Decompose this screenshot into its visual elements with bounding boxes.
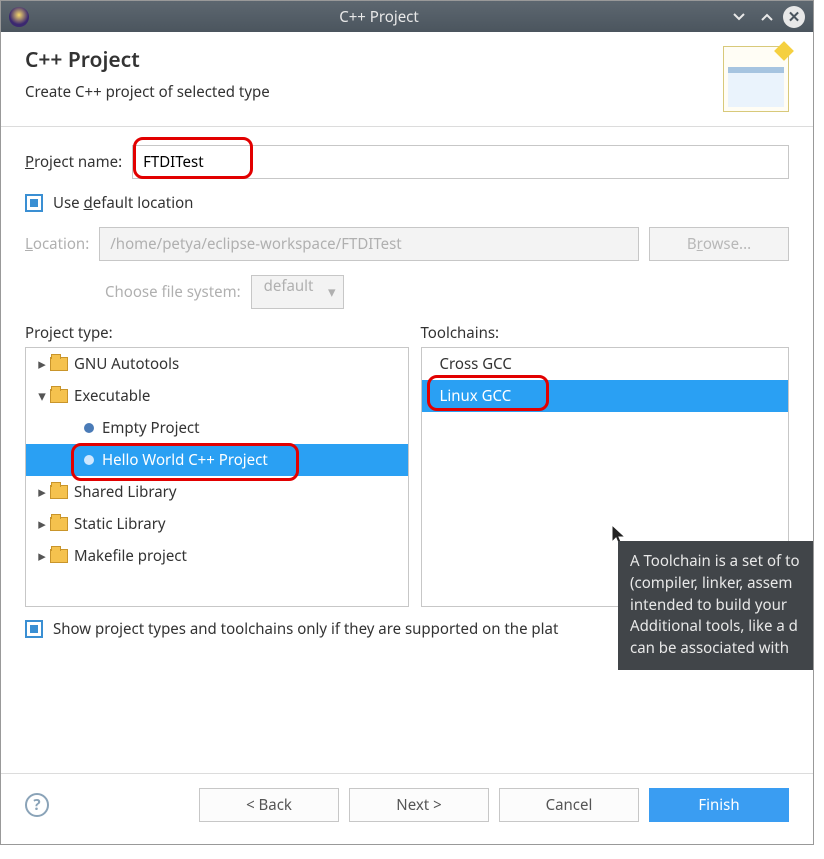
dot-icon — [84, 455, 94, 465]
wizard-icon — [723, 46, 789, 112]
choose-fs-label: Choose file system: — [105, 282, 241, 302]
folder-icon — [50, 517, 68, 531]
tree-item-hello-world[interactable]: Hello World C++ Project — [26, 444, 408, 476]
titlebar: C++ Project ✕ — [1, 1, 813, 32]
window-title: C++ Project — [35, 7, 723, 27]
tree-item-makefile-project[interactable]: Makefile project — [26, 540, 408, 572]
page-title: C++ Project — [25, 46, 723, 74]
folder-icon — [50, 389, 68, 403]
back-button[interactable]: < Back — [199, 788, 339, 822]
arrow-expanded-icon[interactable] — [34, 386, 50, 406]
use-default-location-checkbox[interactable] — [25, 194, 43, 212]
browse-button: Browse... Browse... — [649, 227, 789, 261]
toolchain-tooltip: A Toolchain is a set of to (compiler, li… — [618, 541, 813, 670]
wizard-footer: ? < Back Next > Cancel Finish — [1, 773, 813, 844]
location-label: Location: Location: — [25, 234, 89, 254]
help-button[interactable]: ? — [25, 793, 49, 817]
location-input — [99, 227, 639, 261]
close-button[interactable]: ✕ — [783, 6, 805, 28]
tree-item-static-library[interactable]: Static Library — [26, 508, 408, 540]
wizard-header: C++ Project Create C++ project of select… — [1, 32, 813, 122]
project-name-input[interactable] — [132, 145, 789, 179]
filesystem-select: default ▾ — [251, 275, 345, 309]
minimize-button[interactable] — [727, 5, 751, 29]
cancel-button[interactable]: Cancel — [499, 788, 639, 822]
tree-item-shared-library[interactable]: Shared Library — [26, 476, 408, 508]
folder-icon — [50, 485, 68, 499]
arrow-collapsed-icon[interactable] — [34, 482, 50, 502]
filter-supported-checkbox[interactable] — [25, 620, 43, 638]
next-button[interactable]: Next > — [349, 788, 489, 822]
use-default-location-label: Use default location Use default locatio… — [53, 193, 193, 213]
filter-supported-label: Show project types and toolchains only i… — [53, 619, 558, 639]
maximize-button[interactable] — [755, 5, 779, 29]
filesystem-value: default — [264, 276, 314, 296]
project-type-label: Project type: — [25, 323, 409, 343]
tree-item-executable[interactable]: Executable — [26, 380, 408, 412]
folder-icon — [50, 549, 68, 563]
arrow-collapsed-icon[interactable] — [34, 514, 50, 534]
toolchains-label: Toolchains: — [421, 323, 789, 343]
tree-item-gnu-autotools[interactable]: GNU Autotools — [26, 348, 408, 380]
page-subtitle: Create C++ project of selected type — [25, 82, 723, 102]
chevron-down-icon: ▾ — [328, 282, 336, 302]
project-name-label: PProject name:roject name: — [25, 152, 122, 172]
arrow-collapsed-icon[interactable] — [34, 354, 50, 374]
toolchain-cross-gcc[interactable]: Cross GCC — [422, 348, 788, 380]
dot-icon — [84, 423, 94, 433]
toolchain-linux-gcc[interactable]: Linux GCC — [422, 380, 788, 412]
arrow-collapsed-icon[interactable] — [34, 546, 50, 566]
tree-item-empty-project[interactable]: Empty Project — [26, 412, 408, 444]
finish-button[interactable]: Finish — [649, 788, 789, 822]
eclipse-icon — [9, 7, 29, 27]
project-type-tree[interactable]: GNU Autotools Executable Empty Project H… — [25, 347, 409, 607]
folder-icon — [50, 357, 68, 371]
